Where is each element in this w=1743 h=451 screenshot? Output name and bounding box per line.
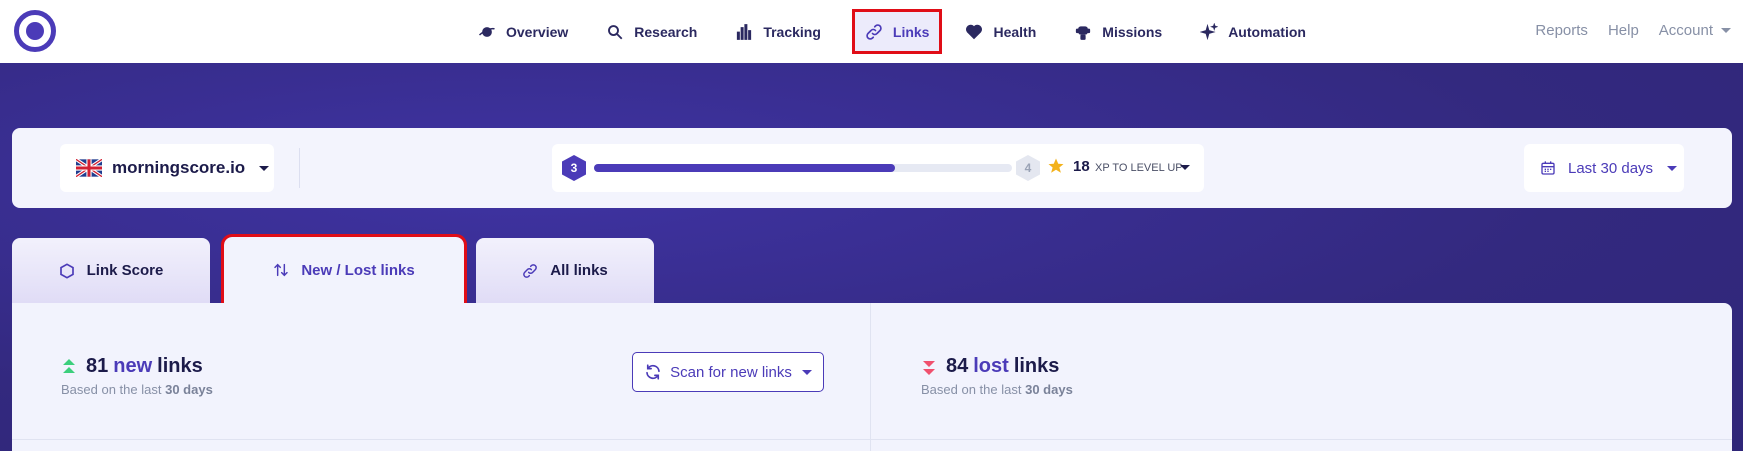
panel-divider [12,439,1732,440]
tab-link-score[interactable]: Link Score [12,238,210,303]
panel-divider [870,303,871,451]
control-bar: morningscore.io 3 4 18 XP TO LEVEL UP La… [12,128,1732,208]
swap-vertical-icon [274,263,289,277]
hexagon-icon [59,262,74,279]
nav-item-tracking[interactable]: Tracking [723,12,833,51]
link-icon [866,23,882,40]
nav-label-automation: Automation [1228,23,1306,40]
lost-links-kind: lost [973,355,1009,377]
arrow-down-icon [923,360,935,375]
account-menu[interactable]: Account [1659,22,1731,39]
nav-label-health: Health [993,23,1037,40]
nav-item-overview[interactable]: Overview [466,12,580,51]
lost-links-subtitle: Based on the last 30 days [921,382,1073,397]
tab-label: All links [550,262,608,279]
lost-links-suffix: links [1013,355,1060,377]
nav-item-research[interactable]: Research [594,12,709,51]
new-links-suffix: links [157,355,203,377]
chevron-down-icon [1667,165,1678,171]
xp-value: 18 [1073,158,1090,175]
scan-new-links-button[interactable]: Scan for new links [632,352,824,392]
chevron-down-icon [1721,27,1731,33]
tab-label: Link Score [86,262,164,279]
bar-chart-icon [737,23,752,40]
nav-label-research: Research [634,23,698,40]
site-selector[interactable]: morningscore.io [60,144,274,192]
uk-flag-icon [76,159,102,177]
new-links-kind: new [113,355,153,377]
search-icon [608,24,623,39]
level-progress[interactable]: 3 4 18 XP TO LEVEL UP [552,144,1204,192]
refresh-icon [646,364,660,380]
subtitle-prefix: Based on the last [921,382,1022,397]
subtitle-value: 30 days [1025,382,1073,397]
nav-right: Reports Help Account [1515,0,1731,60]
tab-new-lost-links[interactable]: New / Lost links [221,234,467,306]
subtitle-prefix: Based on the last [61,382,162,397]
xp-progress-bar [594,164,1012,172]
new-links-stat: 81 new links [62,355,203,378]
nav-item-missions[interactable]: Missions [1062,12,1174,51]
xp-progress-fill [594,164,895,172]
chevron-down-icon [801,369,812,375]
robot-icon [1076,25,1091,40]
heart-icon [966,24,983,39]
app-logo[interactable] [14,10,56,52]
tab-all-links[interactable]: All links [476,238,654,303]
main-nav: Overview Research Tracking Links Health … [466,9,1332,54]
scan-button-label: Scan for new links [670,363,792,381]
subtitle-value: 30 days [165,382,213,397]
chevron-down-icon [1180,165,1190,170]
current-level-badge: 3 [562,155,586,181]
planet-icon [478,26,495,37]
calendar-icon [1541,161,1555,175]
help-link[interactable]: Help [1608,22,1639,39]
divider [299,148,300,188]
xp-label: XP TO LEVEL UP [1095,162,1183,174]
nav-label-overview: Overview [506,23,569,40]
lost-links-count: 84 [946,355,969,377]
nav-label-links: Links [892,23,930,40]
nav-label-tracking: Tracking [763,23,821,40]
nav-item-health[interactable]: Health [953,12,1048,51]
next-level-badge: 4 [1016,155,1040,181]
nav-item-links[interactable]: Links [851,9,943,54]
account-label: Account [1658,21,1713,39]
chevron-down-icon [259,165,270,171]
link-icon [523,263,538,278]
lost-links-stat: 84 lost links [922,355,1059,378]
top-nav: Overview Research Tracking Links Health … [0,0,1743,63]
nav-item-automation[interactable]: Automation [1188,12,1318,51]
new-links-count: 81 [86,355,109,377]
site-name: morningscore.io [112,158,246,177]
new-links-subtitle: Based on the last 30 days [61,382,213,397]
new-lost-panel: 81 new links Based on the last 30 days S… [12,303,1732,451]
star-icon [1048,158,1064,173]
date-range-label: Last 30 days [1568,159,1654,177]
date-range-selector[interactable]: Last 30 days [1524,144,1684,192]
reports-link[interactable]: Reports [1535,22,1588,39]
nav-label-missions: Missions [1102,23,1163,40]
tab-label: New / Lost links [301,261,415,279]
arrow-up-icon [63,358,75,373]
sparkle-icon [1200,22,1219,40]
